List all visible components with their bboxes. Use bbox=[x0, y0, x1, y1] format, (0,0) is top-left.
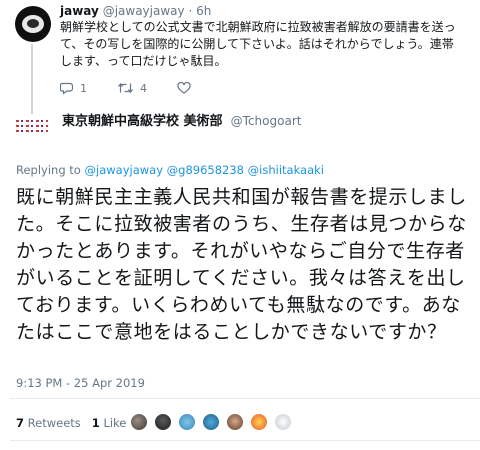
avatar[interactable] bbox=[15, 6, 51, 42]
retweet-button[interactable]: 4 bbox=[117, 82, 147, 95]
tweet-text: 既に朝鮮民主主義人民共和国が報告書を提示しました。そこに拉致被害者のうち、生存者… bbox=[16, 186, 467, 343]
tweet-actions: 1 4 bbox=[60, 80, 227, 96]
reply-count: 1 bbox=[80, 81, 87, 95]
like-button[interactable] bbox=[177, 82, 197, 94]
avatar[interactable] bbox=[154, 413, 172, 431]
avatar[interactable] bbox=[274, 413, 292, 431]
retweet-count: 4 bbox=[140, 81, 147, 95]
display-name[interactable]: jaway bbox=[60, 4, 99, 18]
divider bbox=[10, 440, 480, 441]
tweet-text: 朝鮮学校としての公式文書で北朝鮮政府に拉致被害者解放の要請書を送って、その写しを… bbox=[60, 20, 456, 68]
avatar[interactable] bbox=[14, 117, 50, 139]
like-icon bbox=[177, 82, 191, 94]
retweet-icon bbox=[118, 83, 133, 93]
thread-connector-line bbox=[31, 44, 33, 114]
retweet-count[interactable]: 7 bbox=[16, 416, 24, 430]
tweet-header: 東京朝鮮中高級学校 美術部 @Tchogoart bbox=[62, 110, 301, 129]
tweet-time[interactable]: 6h bbox=[196, 4, 211, 18]
tweet-stats: 7 Retweets 1 Like bbox=[16, 416, 126, 430]
user-handle[interactable]: @jawayjaway bbox=[103, 4, 185, 18]
tweet-timestamp[interactable]: 9:13 PM - 25 Apr 2019 bbox=[16, 376, 145, 390]
likers-avatars bbox=[130, 413, 298, 431]
separator-dot: · bbox=[188, 4, 193, 18]
avatar[interactable] bbox=[130, 413, 148, 431]
avatar[interactable] bbox=[202, 413, 220, 431]
retweet-label[interactable]: Retweets bbox=[28, 416, 81, 430]
reply-button[interactable]: 1 bbox=[60, 82, 87, 95]
avatar[interactable] bbox=[226, 413, 244, 431]
avatar[interactable] bbox=[250, 413, 268, 431]
replying-to-links[interactable]: @jawayjaway @g89658238 @ishiitakaaki bbox=[85, 163, 324, 177]
like-label[interactable]: Like bbox=[103, 416, 126, 430]
replying-to: Replying to @jawayjaway @g89658238 @ishi… bbox=[16, 163, 324, 177]
replying-prefix: Replying to bbox=[16, 163, 81, 177]
user-handle[interactable]: @Tchogoart bbox=[231, 114, 302, 128]
divider bbox=[10, 398, 480, 399]
display-name[interactable]: 東京朝鮮中高級学校 美術部 bbox=[62, 114, 223, 129]
like-count[interactable]: 1 bbox=[92, 416, 100, 430]
avatar[interactable] bbox=[178, 413, 196, 431]
reply-icon bbox=[60, 82, 74, 95]
tweet-header: jaway @jawayjaway · 6h bbox=[60, 4, 211, 18]
